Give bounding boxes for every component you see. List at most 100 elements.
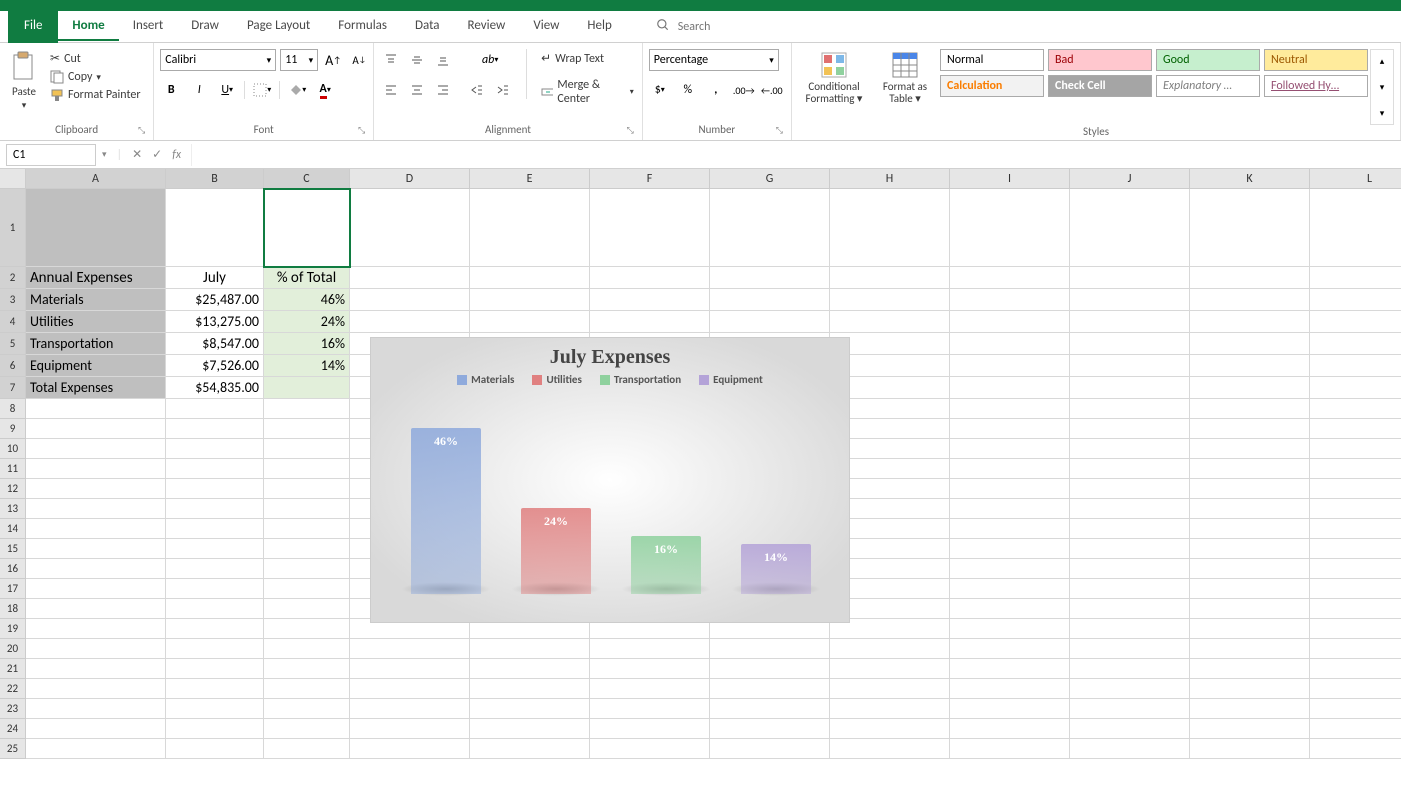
format-painter-button[interactable]: Format Painter [48,86,143,104]
decrease-font-button[interactable]: A↓ [348,49,370,71]
cell-E4[interactable] [470,311,590,333]
cell-K25[interactable] [1190,739,1310,759]
cell-A2[interactable]: Annual Expenses [26,267,166,289]
row-header-20[interactable]: 20 [0,639,26,659]
cell-K9[interactable] [1190,419,1310,439]
decrease-decimal-button[interactable]: ←.00 [761,79,783,101]
row-header-10[interactable]: 10 [0,439,26,459]
cell-C22[interactable] [264,679,350,699]
cell-C1[interactable] [264,189,350,267]
cell-K12[interactable] [1190,479,1310,499]
cell-I4[interactable] [950,311,1070,333]
cell-A15[interactable] [26,539,166,559]
cell-J14[interactable] [1070,519,1190,539]
font-color-button[interactable]: A▾ [314,79,336,101]
cell-K18[interactable] [1190,599,1310,619]
align-left-button[interactable] [380,79,402,101]
cell-B7[interactable]: $54,835.00 [166,377,264,399]
cell-K14[interactable] [1190,519,1310,539]
font-size-combo[interactable]: 11▾ [280,49,318,71]
cell-I20[interactable] [950,639,1070,659]
cell-C23[interactable] [264,699,350,719]
cell-B20[interactable] [166,639,264,659]
col-header-L[interactable]: L [1310,169,1401,189]
dialog-launcher-icon[interactable]: ⤡ [627,125,634,136]
cell-J16[interactable] [1070,559,1190,579]
comma-button[interactable]: , [705,79,727,101]
row-header-18[interactable]: 18 [0,599,26,619]
col-header-A[interactable]: A [26,169,166,189]
cell-H2[interactable] [830,267,950,289]
cell-C2[interactable]: % of Total [264,267,350,289]
cell-D2[interactable] [350,267,470,289]
dialog-launcher-icon[interactable]: ⤡ [776,125,783,136]
cell-J9[interactable] [1070,419,1190,439]
cell-J8[interactable] [1070,399,1190,419]
row-header-22[interactable]: 22 [0,679,26,699]
cell-A13[interactable] [26,499,166,519]
cell-K11[interactable] [1190,459,1310,479]
cell-F25[interactable] [590,739,710,759]
dialog-launcher-icon[interactable]: ⤡ [358,125,365,136]
cell-J22[interactable] [1070,679,1190,699]
row-header-6[interactable]: 6 [0,355,26,377]
fx-icon[interactable]: fx [172,148,181,162]
cell-D24[interactable] [350,719,470,739]
cell-G20[interactable] [710,639,830,659]
tab-file[interactable]: File [8,10,58,43]
cell-C16[interactable] [264,559,350,579]
cell-G24[interactable] [710,719,830,739]
cell-D1[interactable] [350,189,470,267]
cell-A24[interactable] [26,719,166,739]
align-middle-button[interactable] [406,49,428,71]
cell-K10[interactable] [1190,439,1310,459]
cell-C6[interactable]: 14% [264,355,350,377]
cell-J19[interactable] [1070,619,1190,639]
cell-F3[interactable] [590,289,710,311]
merge-center-button[interactable]: Merge & Center ▾ [539,76,636,108]
cell-I14[interactable] [950,519,1070,539]
cell-C21[interactable] [264,659,350,679]
cell-I1[interactable] [950,189,1070,267]
cell-I10[interactable] [950,439,1070,459]
cell-H20[interactable] [830,639,950,659]
cell-K1[interactable] [1190,189,1310,267]
cell-I7[interactable] [950,377,1070,399]
cell-G25[interactable] [710,739,830,759]
cell-L6[interactable] [1310,355,1401,377]
cell-J20[interactable] [1070,639,1190,659]
cell-L1[interactable] [1310,189,1401,267]
cell-K22[interactable] [1190,679,1310,699]
cell-C19[interactable] [264,619,350,639]
cell-B1[interactable] [166,189,264,267]
tab-page-layout[interactable]: Page Layout [233,12,324,41]
row-header-14[interactable]: 14 [0,519,26,539]
cell-L17[interactable] [1310,579,1401,599]
cell-B6[interactable]: $7,526.00 [166,355,264,377]
cell-H24[interactable] [830,719,950,739]
row-header-15[interactable]: 15 [0,539,26,559]
cell-F21[interactable] [590,659,710,679]
tab-help[interactable]: Help [573,12,625,41]
cell-I19[interactable] [950,619,1070,639]
cell-B18[interactable] [166,599,264,619]
style-neutral[interactable]: Neutral [1264,49,1368,71]
cell-K20[interactable] [1190,639,1310,659]
cell-K16[interactable] [1190,559,1310,579]
align-right-button[interactable] [432,79,454,101]
cell-J23[interactable] [1070,699,1190,719]
cell-L14[interactable] [1310,519,1401,539]
cell-D22[interactable] [350,679,470,699]
style-check-cell[interactable]: Check Cell [1048,75,1152,97]
cell-B24[interactable] [166,719,264,739]
row-header-16[interactable]: 16 [0,559,26,579]
cell-G22[interactable] [710,679,830,699]
cell-C11[interactable] [264,459,350,479]
cell-K3[interactable] [1190,289,1310,311]
cell-J3[interactable] [1070,289,1190,311]
style-scroll-down[interactable]: ▾ [1371,76,1393,98]
cell-I2[interactable] [950,267,1070,289]
cell-I17[interactable] [950,579,1070,599]
cell-B14[interactable] [166,519,264,539]
cell-A20[interactable] [26,639,166,659]
